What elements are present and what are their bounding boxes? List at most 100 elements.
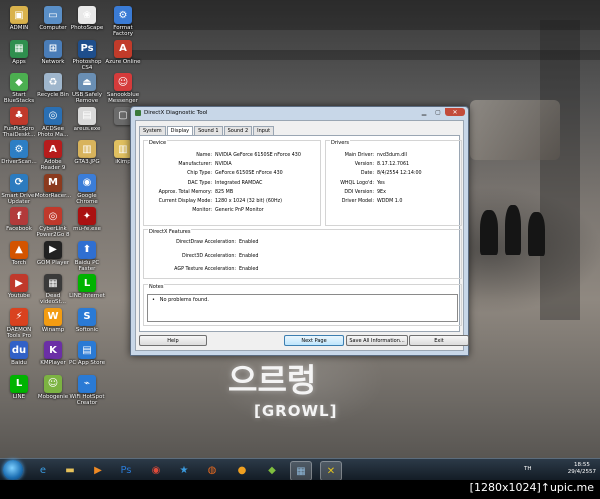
desktop-icon[interactable]: ▤ PC App Store [68, 339, 106, 366]
app-icon: A [44, 140, 62, 158]
device-key: Manufacturer: [178, 162, 212, 168]
desktop-icon[interactable]: ▦ Apps [0, 38, 38, 65]
drivers-value: 8/4/2554 12:14:00 [377, 171, 422, 177]
desktop-icon[interactable]: ▣ ADMIN [0, 4, 38, 31]
drivers-key: Version: [354, 162, 374, 168]
device-key: Monitor: [192, 208, 212, 214]
dxdiag-window[interactable]: DirectX Diagnostic Tool ▁ ▢ ✕ System Disp… [130, 106, 469, 356]
desktop-icon[interactable]: ▶ GOM Player [34, 239, 72, 266]
photoshop-icon[interactable]: Ps [116, 461, 136, 479]
desktop-icon[interactable]: ⚙ DriverScan... [0, 138, 38, 165]
desktop-icon[interactable]: ✦ mu-fe.exe [68, 205, 106, 232]
desktop-icon[interactable]: ▥ GTA3.JPG [68, 138, 106, 165]
desktop-icon[interactable]: ❀ PhotoScape [68, 4, 106, 31]
dxdiag-icon[interactable]: ✕ [320, 461, 342, 481]
desktop-icon[interactable]: ⏏ USB Safely Remove [68, 71, 106, 104]
desktop-icon[interactable]: Ps Photoshop CS4 [68, 38, 106, 71]
favorites-icon[interactable]: ★ [174, 461, 194, 479]
desktop-icon[interactable]: ☺ Mobogenie [34, 373, 72, 400]
ie-icon[interactable]: e [33, 461, 53, 479]
save-all-information-button[interactable]: Save All Information... [346, 335, 408, 346]
device-key: Approx. Total Memory: [158, 189, 212, 195]
desktop-icon[interactable]: ◉ Google Chrome [68, 172, 106, 205]
clock[interactable]: 18:55 29/4/2557 [568, 462, 596, 476]
desktop-icon[interactable]: ▲ Torch [0, 239, 38, 266]
app-icon: Ps [78, 39, 96, 58]
drivers-key: DDI Version: [344, 189, 374, 195]
desktop-icon[interactable]: A Adobe Reader 9 [34, 138, 72, 171]
desktop-icon[interactable]: L LINE [0, 373, 38, 400]
desktop-icon-label: Adobe Reader 9 [40, 159, 66, 171]
bluestacks-icon[interactable]: ◆ [262, 461, 282, 479]
app-icon: ⌁ [78, 374, 96, 393]
desktop-icon[interactable]: ⬆ Baidu PC Faster [68, 239, 106, 272]
app-icon: ❀ [78, 6, 96, 24]
wallpaper-dancer [480, 210, 498, 255]
desktop-icon[interactable]: S Softonic [68, 306, 106, 333]
desktop-icon-label: Baidu [11, 360, 27, 366]
language-indicator[interactable]: TH [524, 466, 532, 472]
dxdiag-app-icon [135, 109, 141, 116]
features-value: Enabled [239, 253, 259, 259]
device-value: NVIDIA [215, 162, 232, 168]
desktop-icon[interactable]: ▭ Computer [34, 4, 72, 31]
desktop-icon[interactable]: M MotorRacer... [34, 172, 72, 199]
desktop-icon-label: USB Safely Remove [71, 92, 102, 104]
tab-sound-2[interactable]: Sound 2 [223, 126, 253, 135]
photo-viewer-icon[interactable]: ▦ [290, 461, 312, 481]
device-value: 1280 x 1024 (32 bit) (60Hz) [215, 199, 282, 204]
burn-icon[interactable]: ● [232, 461, 252, 479]
desktop-icon[interactable]: A Azure Online [104, 38, 142, 65]
exit-button[interactable]: Exit [409, 335, 469, 346]
desktop-icon[interactable]: ▶ Youtube [0, 272, 38, 299]
wallpaper-graffiti [470, 100, 560, 160]
tab-sound-1[interactable]: Sound 1 [194, 126, 223, 135]
desktop-icon[interactable]: f Facebook [0, 205, 38, 232]
desktop-icon-label: Winamp [41, 326, 65, 333]
device-key: Current Display Mode: [158, 199, 212, 204]
desktop-icon[interactable]: ◎ CyberLink Power2Go 8 [34, 205, 72, 238]
minimize-button[interactable]: ▁ [417, 108, 431, 116]
desktop-icon[interactable]: K KMPlayer [34, 339, 72, 366]
app-icon: W [44, 307, 62, 326]
desktop-icon[interactable]: ⟳ Smart Driver Updater [0, 172, 38, 205]
close-button[interactable]: ✕ [445, 108, 465, 116]
desktop-icon[interactable]: W Winamp [34, 306, 72, 333]
app-icon: du [10, 341, 28, 359]
tab-system[interactable]: System [139, 126, 166, 135]
app-icon: S [78, 307, 96, 326]
firefox-icon[interactable]: ◍ [202, 461, 222, 479]
app-icon: ☺ [44, 374, 62, 393]
desktop-icon[interactable]: ◎ ACDSee Photo Ma... [34, 105, 72, 138]
help-button[interactable]: Help [139, 335, 207, 346]
desktop-icon[interactable]: L LINE Internet [68, 272, 106, 299]
desktop-icon-label: GTA3.JPG [74, 159, 100, 165]
media-player-icon[interactable]: ▶ [88, 461, 108, 479]
desktop-icon[interactable]: ⚡ DAEMON Tools Pro [0, 306, 38, 339]
desktop-icon[interactable]: ▤ areus.exe [68, 105, 106, 132]
start-button[interactable] [3, 460, 23, 480]
desktop-icon[interactable]: ⊞ Network [34, 38, 72, 65]
drivers-key: Driver Model: [341, 199, 374, 204]
desktop-icon[interactable]: ⚙ Format Factory [104, 4, 142, 37]
explorer-icon[interactable]: ▬ [60, 461, 80, 479]
desktop-icon[interactable]: ♣ FunPicSpro ThaiDeskt... [0, 105, 38, 138]
desktop-icon[interactable]: ♻ Recycle Bin [34, 71, 72, 98]
desktop-icon[interactable]: ◆ Start BlueStacks [0, 71, 38, 104]
desktop-icon[interactable]: ▦ Dead videoSt... [34, 272, 72, 305]
wallpaper-dancer [505, 205, 521, 255]
desktop-icon[interactable]: ⌁ WiFi HotSpot Creator [68, 373, 106, 406]
device-key: Name: [196, 153, 212, 158]
chrome-icon[interactable]: ◉ [146, 461, 166, 479]
desktop-icon-label: LINE Internet [69, 293, 105, 299]
tab-input[interactable]: Input [253, 126, 275, 135]
watermark-text: [1280x1024]↑upic.me [469, 481, 594, 494]
features-group: DirectX Features DirectDraw Acceleration… [143, 229, 462, 279]
notes-box[interactable]: • No problems found. [147, 294, 458, 322]
drivers-value: Yes [377, 180, 385, 186]
desktop-icon[interactable]: du Baidu [0, 339, 38, 366]
desktop-icon[interactable]: ☺ Sanookblue Messenger [104, 71, 142, 104]
maximize-button[interactable]: ▢ [431, 108, 445, 116]
next-page-button[interactable]: Next Page [284, 335, 344, 346]
app-icon: ▦ [10, 39, 28, 58]
